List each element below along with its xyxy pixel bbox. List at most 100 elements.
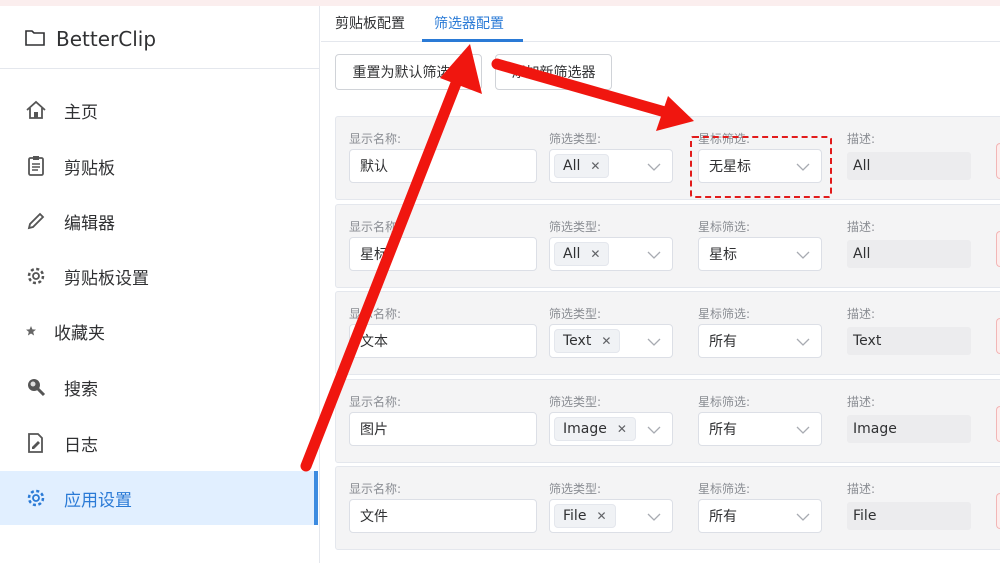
filter-card: 显示名称: 默认 筛选类型: All ✕ 星标筛选: 无星标 描述: All: [335, 116, 1000, 200]
tab-active-underline: [422, 39, 523, 42]
close-icon[interactable]: ✕: [596, 509, 606, 523]
reset-default-filters-button[interactable]: 重置为默认筛选器: [335, 54, 482, 90]
divider: [0, 68, 320, 69]
gear-icon: [24, 264, 48, 288]
sidebar-item-label: 剪贴板: [64, 158, 115, 179]
display-name-input[interactable]: 文件: [349, 499, 537, 533]
chevron-down-icon: [647, 163, 661, 171]
sidebar-item-clipboard[interactable]: 剪贴板: [0, 139, 318, 193]
sidebar-item-search[interactable]: 搜索: [0, 360, 318, 414]
type-label: 筛选类型:: [549, 307, 602, 321]
type-tag: Image ✕: [554, 417, 636, 441]
delete-button[interactable]: [996, 318, 1000, 354]
sidebar-item-home[interactable]: 主页: [0, 83, 318, 137]
filter-type-select[interactable]: All ✕: [549, 149, 673, 183]
chevron-down-icon: [796, 426, 810, 434]
type-tag-text: Text: [563, 333, 592, 349]
filter-type-select[interactable]: File ✕: [549, 499, 673, 533]
pencil-icon: [24, 209, 48, 233]
filter-card: 显示名称: 图片 筛选类型: Image ✕ 星标筛选: 所有 描述: Image: [335, 379, 1000, 463]
display-name-input[interactable]: 星标: [349, 237, 537, 271]
display-name-input[interactable]: 文本: [349, 324, 537, 358]
close-icon[interactable]: ✕: [590, 159, 600, 173]
sidebar-item-app-settings[interactable]: 应用设置: [0, 471, 318, 525]
display-name-value: 文本: [360, 334, 388, 350]
star-filter-value: 所有: [709, 334, 737, 350]
sidebar: BetterClip 主页 剪贴板 编辑器 剪贴板设置 收藏夹 搜索 日志 应用…: [0, 6, 320, 563]
chevron-down-icon: [647, 513, 661, 521]
name-label: 显示名称:: [349, 220, 402, 234]
type-label: 筛选类型:: [549, 395, 602, 409]
sidebar-item-label: 主页: [64, 102, 98, 123]
filter-type-select[interactable]: All ✕: [549, 237, 673, 271]
chevron-down-icon: [647, 338, 661, 346]
description-field[interactable]: Image: [847, 415, 971, 443]
tab-bar: 剪贴板配置 筛选器配置: [321, 6, 1000, 42]
delete-button[interactable]: [996, 406, 1000, 442]
delete-button[interactable]: [996, 231, 1000, 267]
folder-icon: [24, 27, 46, 51]
settings-icon: [24, 486, 48, 510]
type-tag: All ✕: [554, 154, 610, 178]
add-filter-button[interactable]: 添加新筛选器: [495, 54, 612, 90]
star-filter-value: 所有: [709, 509, 737, 525]
type-tag: Text ✕: [554, 329, 621, 353]
chevron-down-icon: [647, 251, 661, 259]
sidebar-item-clipboard-settings[interactable]: 剪贴板设置: [0, 249, 318, 303]
type-tag: All ✕: [554, 242, 610, 266]
tab-filter-config[interactable]: 筛选器配置: [434, 13, 504, 33]
sidebar-item-label: 剪贴板设置: [64, 268, 149, 289]
display-name-input[interactable]: 图片: [349, 412, 537, 446]
display-name-value: 星标: [360, 247, 388, 263]
star-label: 星标筛选:: [698, 395, 751, 409]
description-field[interactable]: All: [847, 240, 971, 268]
star-filter-value: 所有: [709, 422, 737, 438]
filter-type-select[interactable]: Text ✕: [549, 324, 673, 358]
close-icon[interactable]: ✕: [590, 247, 600, 261]
log-icon: [24, 431, 48, 455]
search-icon: [24, 375, 48, 399]
star-label: 星标筛选:: [698, 482, 751, 496]
star-filter-value: 无星标: [709, 159, 751, 175]
delete-button[interactable]: [996, 143, 1000, 179]
sidebar-item-editor[interactable]: 编辑器: [0, 194, 318, 248]
type-tag-text: All: [563, 158, 581, 174]
star-filter-select[interactable]: 所有: [698, 499, 822, 533]
star-filter-select[interactable]: 所有: [698, 412, 822, 446]
name-label: 显示名称:: [349, 395, 402, 409]
chevron-down-icon: [796, 251, 810, 259]
star-filter-value: 星标: [709, 247, 737, 263]
app-title: BetterClip: [56, 27, 157, 51]
display-name-input[interactable]: 默认: [349, 149, 537, 183]
name-label: 显示名称:: [349, 132, 402, 146]
description-field[interactable]: Text: [847, 327, 971, 355]
delete-button[interactable]: [996, 493, 1000, 529]
desc-label: 描述:: [847, 132, 876, 146]
close-icon[interactable]: ✕: [601, 334, 611, 348]
description-field[interactable]: All: [847, 152, 971, 180]
type-label: 筛选类型:: [549, 220, 602, 234]
sidebar-item-favorites[interactable]: 收藏夹: [0, 304, 318, 358]
star-filter-select[interactable]: 所有: [698, 324, 822, 358]
home-icon: [24, 98, 48, 122]
brand: BetterClip: [24, 24, 156, 54]
description-field[interactable]: File: [847, 502, 971, 530]
star-label: 星标筛选:: [698, 132, 751, 146]
sidebar-item-label: 应用设置: [64, 490, 132, 511]
desc-label: 描述:: [847, 220, 876, 234]
star-filter-select[interactable]: 无星标: [698, 149, 822, 183]
desc-label: 描述:: [847, 307, 876, 321]
sidebar-item-log[interactable]: 日志: [0, 416, 318, 470]
type-tag-text: Image: [563, 421, 607, 437]
close-icon[interactable]: ✕: [617, 422, 627, 436]
type-label: 筛选类型:: [549, 482, 602, 496]
filter-type-select[interactable]: Image ✕: [549, 412, 673, 446]
chevron-down-icon: [796, 163, 810, 171]
desc-label: 描述:: [847, 395, 876, 409]
sidebar-item-label: 编辑器: [64, 213, 115, 234]
desc-label: 描述:: [847, 482, 876, 496]
display-name-value: 默认: [360, 159, 388, 175]
tab-clipboard-config[interactable]: 剪贴板配置: [335, 13, 405, 33]
type-tag-text: File: [563, 508, 587, 524]
star-filter-select[interactable]: 星标: [698, 237, 822, 271]
